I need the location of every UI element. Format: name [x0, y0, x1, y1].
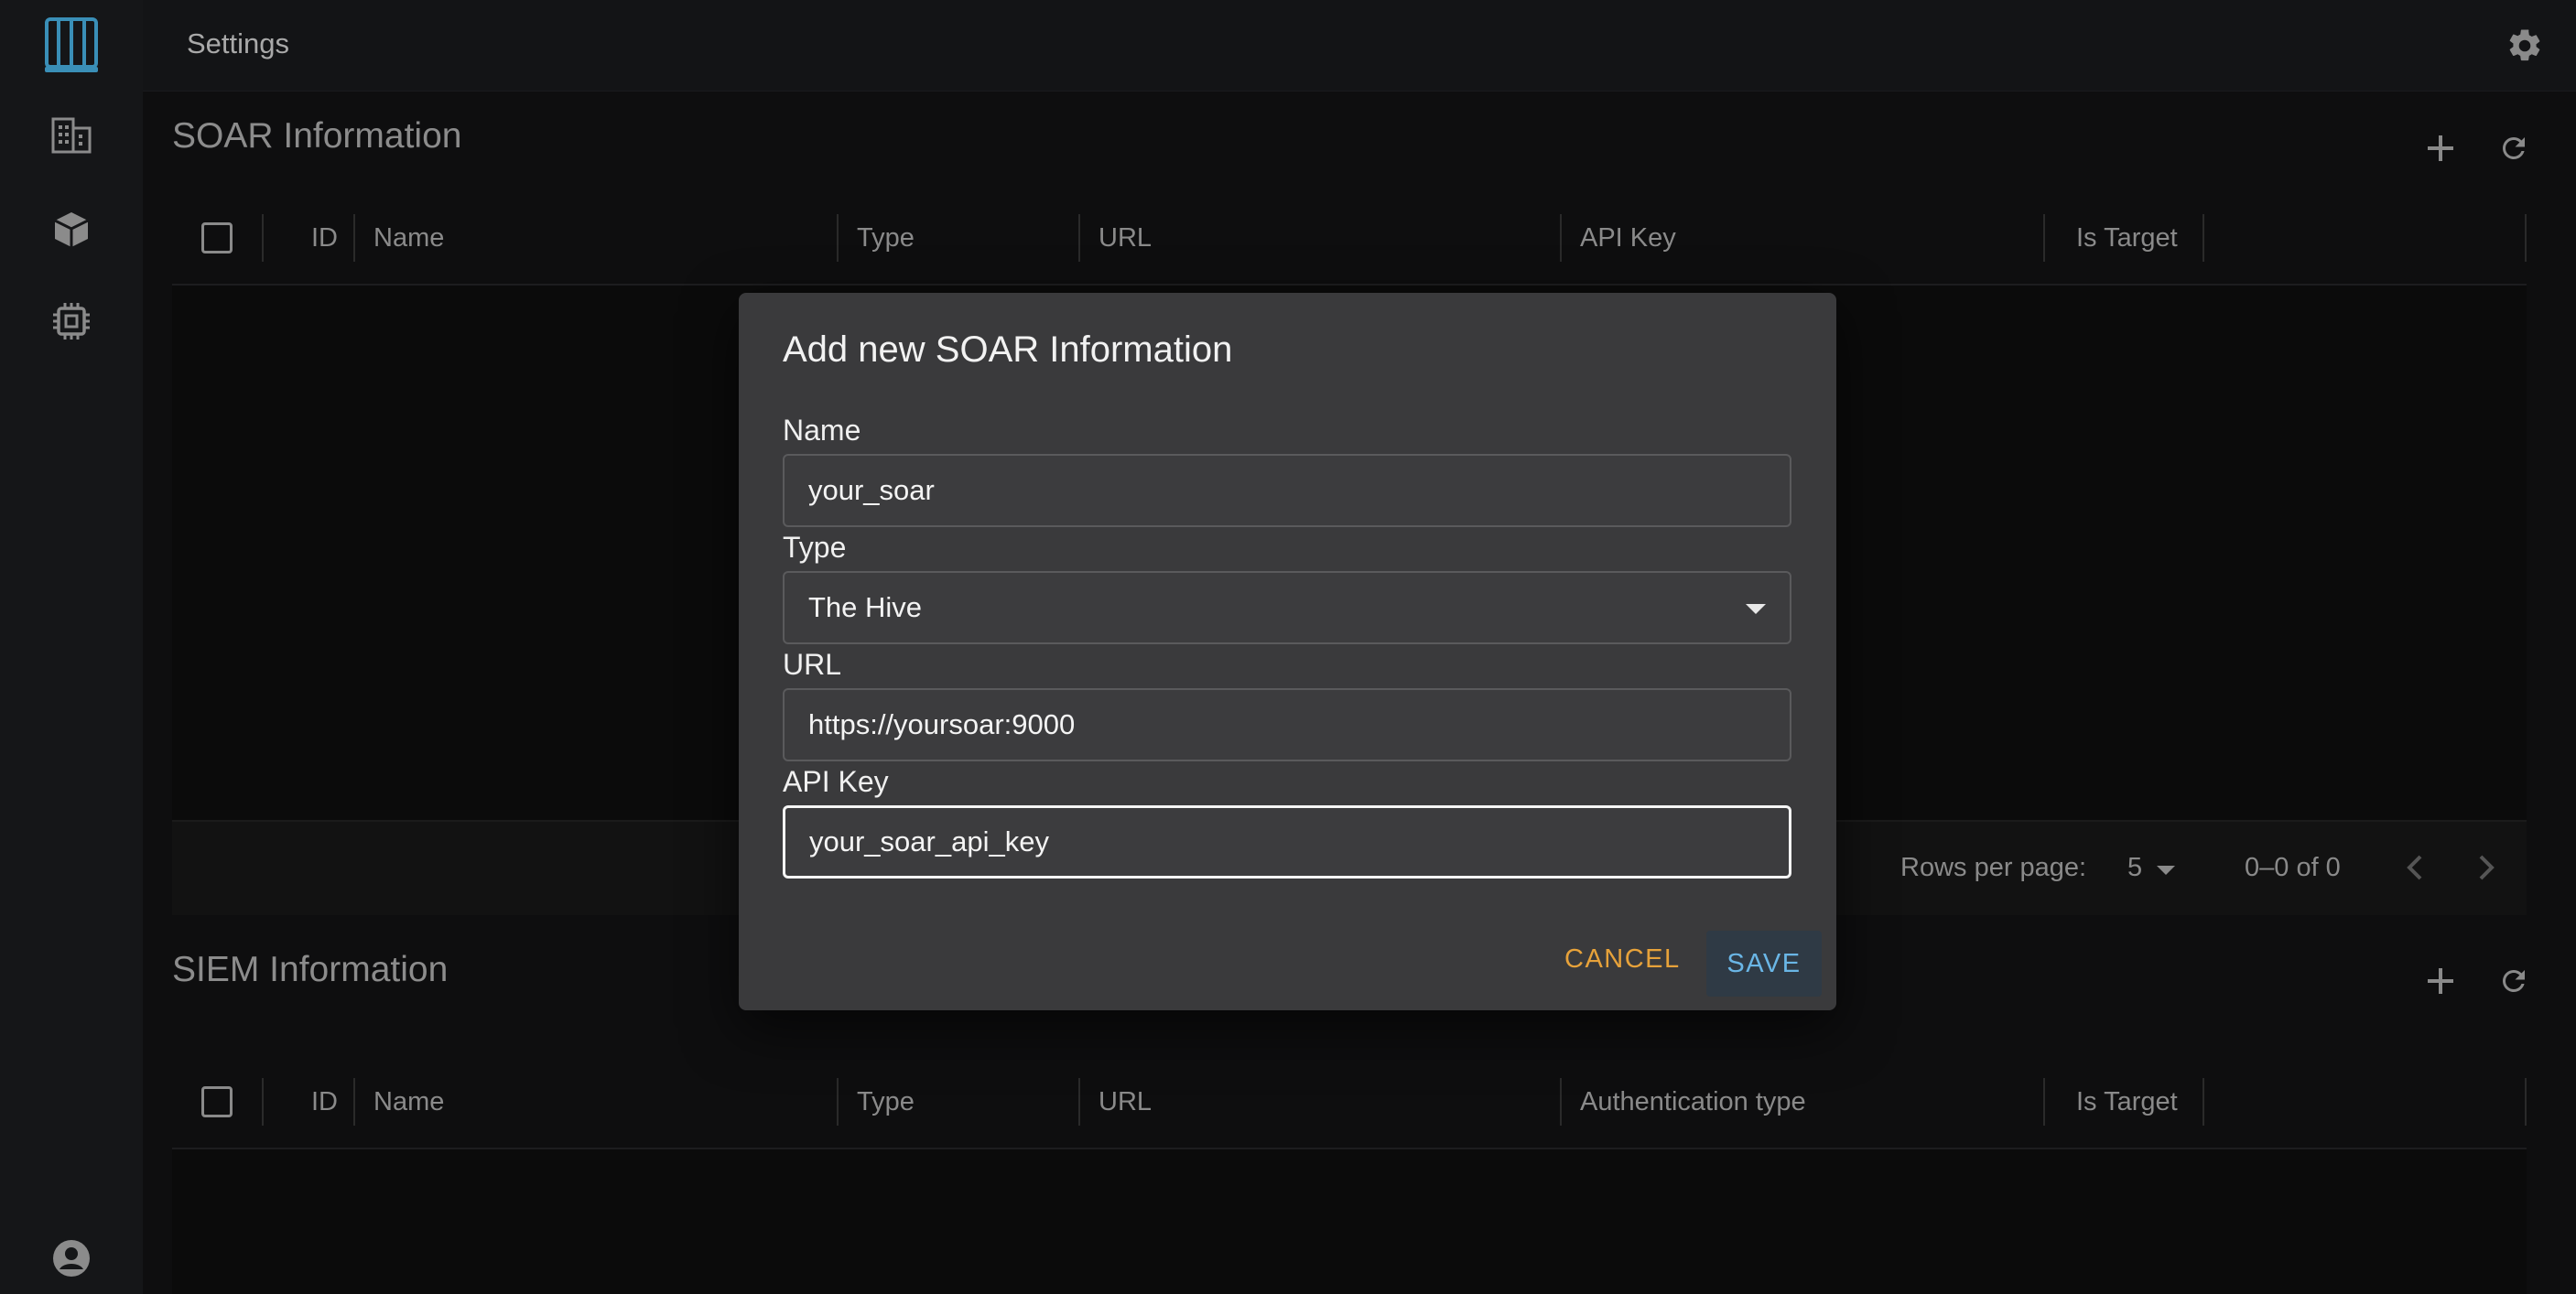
pagination-range: 0–0 of 0: [2245, 853, 2341, 882]
rows-per-page-select[interactable]: 5: [2127, 853, 2142, 883]
column-header[interactable]: Type: [857, 1054, 915, 1149]
column-header[interactable]: Type: [857, 190, 915, 286]
building-icon[interactable]: [0, 117, 143, 154]
logo-icon[interactable]: [0, 15, 143, 77]
siem-add-button[interactable]: [2417, 957, 2464, 1005]
siem-select-all-checkbox[interactable]: [201, 1086, 233, 1117]
gear-icon[interactable]: [2503, 24, 2547, 68]
column-header[interactable]: URL: [1099, 1054, 1152, 1149]
cancel-button[interactable]: CANCEL: [1552, 926, 1694, 992]
dialog-title: Add new SOAR Information: [783, 329, 1233, 370]
url-field[interactable]: https://yoursoar:9000: [783, 688, 1791, 761]
siem-table-header: ID Name Type URL Authentication type Is …: [172, 1054, 2527, 1149]
siem-section-title: SIEM Information: [172, 950, 449, 989]
column-header[interactable]: ID: [311, 190, 338, 286]
siem-table-body: [172, 1149, 2527, 1294]
api-key-field[interactable]: your_soar_api_key: [783, 805, 1791, 879]
type-select-value: The Hive: [808, 591, 923, 623]
soar-select-all-checkbox[interactable]: [201, 222, 233, 253]
name-label: Name: [783, 414, 861, 447]
soar-section-title: SOAR Information: [172, 116, 462, 156]
plus-icon: [2428, 968, 2453, 994]
caret-down-icon[interactable]: [2157, 866, 2175, 875]
save-button[interactable]: SAVE: [1706, 931, 1822, 997]
caret-down-icon: [1746, 604, 1766, 614]
sidebar: [0, 0, 143, 1294]
column-header[interactable]: ID: [311, 1054, 338, 1149]
type-select[interactable]: The Hive: [783, 571, 1791, 644]
column-header[interactable]: Is Target: [2076, 1054, 2178, 1149]
page-title: Settings: [187, 27, 290, 59]
soar-add-button[interactable]: [2417, 124, 2464, 172]
column-header[interactable]: Is Target: [2076, 190, 2178, 286]
rows-per-page-label: Rows per page:: [1900, 853, 2087, 882]
refresh-icon: [2502, 970, 2525, 992]
chip-icon[interactable]: [0, 298, 143, 344]
plus-icon: [2428, 135, 2453, 161]
type-label: Type: [783, 531, 847, 564]
account-circle-icon[interactable]: [0, 1235, 143, 1281]
refresh-icon: [2502, 136, 2525, 159]
add-soar-dialog: Add new SOAR Information Name your_soar …: [739, 293, 1836, 1010]
column-header[interactable]: URL: [1099, 190, 1152, 286]
name-field[interactable]: your_soar: [783, 454, 1791, 527]
chevron-left-icon[interactable]: [2402, 849, 2428, 890]
cube-icon[interactable]: [0, 207, 143, 253]
top-bar: Settings: [143, 0, 2576, 92]
column-header[interactable]: Name: [373, 1054, 444, 1149]
column-header[interactable]: Authentication type: [1580, 1054, 1806, 1149]
chevron-right-icon[interactable]: [2473, 849, 2499, 890]
siem-refresh-button[interactable]: [2490, 957, 2538, 1005]
soar-table-header: ID Name Type URL API Key Is Target: [172, 190, 2527, 286]
column-header[interactable]: Name: [373, 190, 444, 286]
url-label: URL: [783, 648, 842, 681]
column-header[interactable]: API Key: [1580, 190, 1676, 286]
api-key-label: API Key: [783, 765, 889, 798]
soar-refresh-button[interactable]: [2490, 124, 2538, 172]
